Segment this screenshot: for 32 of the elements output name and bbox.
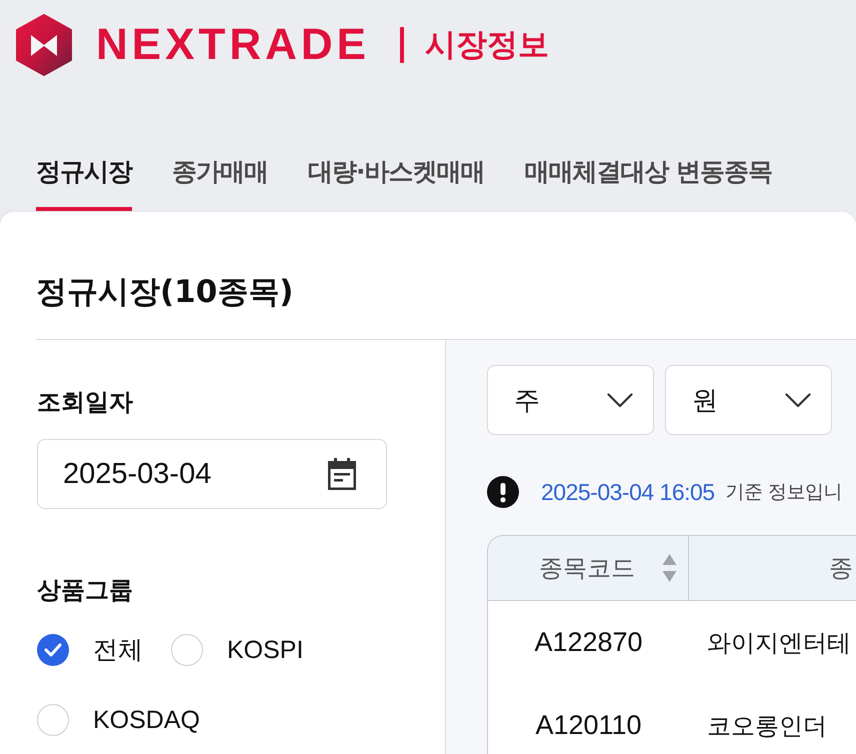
- radio-label[interactable]: 전체: [93, 634, 143, 666]
- exclamation-icon: [487, 476, 519, 508]
- calendar-icon[interactable]: [328, 458, 356, 490]
- date-field[interactable]: 2025-03-04: [37, 439, 387, 509]
- tab[interactable]: 종가매매: [172, 157, 268, 211]
- stock-code: A122870: [534, 627, 643, 657]
- radio-label[interactable]: KOSPI: [227, 634, 304, 666]
- radio-label[interactable]: KOSDAQ: [93, 704, 200, 736]
- dropdown[interactable]: 주: [487, 365, 654, 435]
- tab[interactable]: 매매체결대상 변동종목: [524, 157, 772, 211]
- dropdown[interactable]: 원: [665, 365, 832, 435]
- radio-button[interactable]: [37, 704, 69, 736]
- check-icon: [44, 643, 62, 657]
- chevron-down-icon: [785, 392, 811, 408]
- section-title: 시장정보: [425, 26, 550, 65]
- column-header: 종목코드: [539, 553, 635, 584]
- logo-wordmark: NEXTRADE: [96, 21, 370, 69]
- radio-button[interactable]: [37, 634, 69, 666]
- logo-icon: [16, 14, 72, 76]
- tab[interactable]: 대량·바스켓매매: [308, 157, 484, 211]
- field-label: 조회일자: [37, 388, 133, 416]
- page-title: 정규시장(10종목): [36, 274, 294, 310]
- stock-name: 코오롱인더: [707, 712, 827, 740]
- sort-icon[interactable]: [662, 553, 677, 583]
- radio-button[interactable]: [171, 634, 203, 666]
- notice-timestamp: 2025-03-04 16:05: [541, 478, 715, 506]
- chevron-down-icon: [607, 392, 633, 408]
- stock-code: A120110: [535, 710, 642, 740]
- notice-text: 기준 정보입니: [726, 480, 842, 505]
- field-label: 상품그룹: [37, 576, 133, 604]
- stock-name: 와이지엔터테: [707, 628, 851, 656]
- column-header: 종: [829, 553, 853, 584]
